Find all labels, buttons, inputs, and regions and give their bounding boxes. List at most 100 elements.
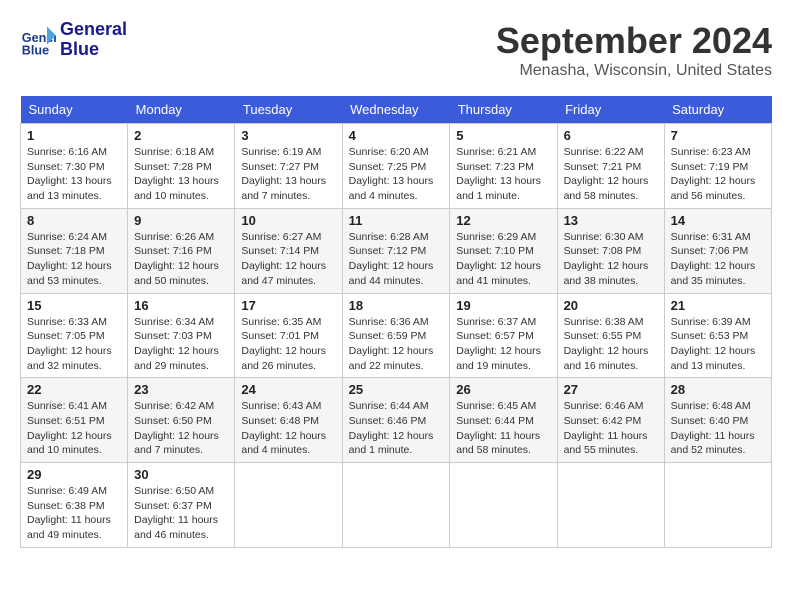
day-number: 30 (134, 467, 228, 482)
calendar-cell (450, 463, 557, 548)
calendar-week-row: 22 Sunrise: 6:41 AMSunset: 6:51 PMDayligh… (21, 378, 772, 463)
calendar-cell: 26Sunrise: 6:45 AMSunset: 6:44 PMDayligh… (450, 378, 557, 463)
logo-icon: General Blue (20, 22, 56, 58)
calendar-cell: 8 Sunrise: 6:24 AMSunset: 7:18 PMDaylight… (21, 208, 128, 293)
weekday-header-thursday: Thursday (450, 96, 557, 124)
svg-text:Blue: Blue (22, 43, 49, 57)
day-number: 2 (134, 128, 228, 143)
logo: General Blue General Blue (20, 20, 127, 60)
day-info: Sunrise: 6:33 AMSunset: 7:05 PMDaylight:… (27, 315, 121, 374)
day-info: Sunrise: 6:27 AMSunset: 7:14 PMDaylight:… (241, 230, 335, 289)
day-number: 5 (456, 128, 550, 143)
day-info: Sunrise: 6:35 AMSunset: 7:01 PMDaylight:… (241, 315, 335, 374)
calendar-cell: 9 Sunrise: 6:26 AMSunset: 7:16 PMDaylight… (128, 208, 235, 293)
calendar-week-row: 8 Sunrise: 6:24 AMSunset: 7:18 PMDaylight… (21, 208, 772, 293)
day-number: 13 (564, 213, 658, 228)
day-info: Sunrise: 6:19 AMSunset: 7:27 PMDaylight:… (241, 145, 335, 204)
day-info: Sunrise: 6:48 AMSunset: 6:40 PMDaylight:… (671, 399, 765, 458)
calendar-week-row: 1 Sunrise: 6:16 AMSunset: 7:30 PMDaylight… (21, 124, 772, 209)
day-info: Sunrise: 6:24 AMSunset: 7:18 PMDaylight:… (27, 230, 121, 289)
calendar-cell: 18 Sunrise: 6:36 AMSunset: 6:59 PMDayligh… (342, 293, 450, 378)
calendar-week-row: 15Sunrise: 6:33 AMSunset: 7:05 PMDayligh… (21, 293, 772, 378)
day-info: Sunrise: 6:30 AMSunset: 7:08 PMDaylight:… (564, 230, 658, 289)
day-number: 29 (27, 467, 121, 482)
calendar-cell: 6Sunrise: 6:22 AMSunset: 7:21 PMDaylight… (557, 124, 664, 209)
day-info: Sunrise: 6:29 AMSunset: 7:10 PMDaylight:… (456, 230, 550, 289)
day-number: 17 (241, 298, 335, 313)
day-number: 9 (134, 213, 228, 228)
day-number: 18 (349, 298, 444, 313)
calendar-cell (342, 463, 450, 548)
logo-line1: General (60, 20, 127, 40)
calendar-cell: 1 Sunrise: 6:16 AMSunset: 7:30 PMDaylight… (21, 124, 128, 209)
calendar-cell: 28Sunrise: 6:48 AMSunset: 6:40 PMDayligh… (664, 378, 771, 463)
calendar-cell: 11 Sunrise: 6:28 AMSunset: 7:12 PMDayligh… (342, 208, 450, 293)
day-info: Sunrise: 6:45 AMSunset: 6:44 PMDaylight:… (456, 399, 550, 458)
calendar-cell: 16Sunrise: 6:34 AMSunset: 7:03 PMDayligh… (128, 293, 235, 378)
day-number: 1 (27, 128, 121, 143)
calendar-cell: 21 Sunrise: 6:39 AMSunset: 6:53 PMDayligh… (664, 293, 771, 378)
day-info: Sunrise: 6:23 AMSunset: 7:19 PMDaylight:… (671, 145, 765, 204)
day-info: Sunrise: 6:20 AMSunset: 7:25 PMDaylight:… (349, 145, 444, 204)
day-number: 19 (456, 298, 550, 313)
calendar-cell: 29 Sunrise: 6:49 AMSunset: 6:38 PMDayligh… (21, 463, 128, 548)
day-info: Sunrise: 6:41 AMSunset: 6:51 PMDaylight:… (27, 399, 121, 458)
weekday-header-friday: Friday (557, 96, 664, 124)
calendar-table: SundayMondayTuesdayWednesdayThursdayFrid… (20, 96, 772, 548)
day-number: 14 (671, 213, 765, 228)
day-info: Sunrise: 6:43 AMSunset: 6:48 PMDaylight:… (241, 399, 335, 458)
weekday-header-saturday: Saturday (664, 96, 771, 124)
calendar-cell (557, 463, 664, 548)
calendar-cell (235, 463, 342, 548)
logo-line2: Blue (60, 40, 127, 60)
weekday-header-sunday: Sunday (21, 96, 128, 124)
day-number: 24 (241, 382, 335, 397)
day-info: Sunrise: 6:44 AMSunset: 6:46 PMDaylight:… (349, 399, 444, 458)
day-number: 27 (564, 382, 658, 397)
day-number: 4 (349, 128, 444, 143)
calendar-cell: 7 Sunrise: 6:23 AMSunset: 7:19 PMDaylight… (664, 124, 771, 209)
day-info: Sunrise: 6:46 AMSunset: 6:42 PMDaylight:… (564, 399, 658, 458)
calendar-cell: 22 Sunrise: 6:41 AMSunset: 6:51 PMDayligh… (21, 378, 128, 463)
day-info: Sunrise: 6:22 AMSunset: 7:21 PMDaylight:… (564, 145, 658, 204)
calendar-cell: 24 Sunrise: 6:43 AMSunset: 6:48 PMDayligh… (235, 378, 342, 463)
calendar-cell: 17 Sunrise: 6:35 AMSunset: 7:01 PMDayligh… (235, 293, 342, 378)
day-info: Sunrise: 6:21 AMSunset: 7:23 PMDaylight:… (456, 145, 550, 204)
day-info: Sunrise: 6:26 AMSunset: 7:16 PMDaylight:… (134, 230, 228, 289)
calendar-cell: 4 Sunrise: 6:20 AMSunset: 7:25 PMDaylight… (342, 124, 450, 209)
day-info: Sunrise: 6:36 AMSunset: 6:59 PMDaylight:… (349, 315, 444, 374)
title-block: September 2024 Menasha, Wisconsin, Unite… (496, 20, 772, 80)
calendar-cell: 27 Sunrise: 6:46 AMSunset: 6:42 PMDayligh… (557, 378, 664, 463)
weekday-header-row: SundayMondayTuesdayWednesdayThursdayFrid… (21, 96, 772, 124)
day-info: Sunrise: 6:49 AMSunset: 6:38 PMDaylight:… (27, 484, 121, 543)
day-number: 22 (27, 382, 121, 397)
calendar-cell: 15Sunrise: 6:33 AMSunset: 7:05 PMDayligh… (21, 293, 128, 378)
logo-text: General Blue (60, 20, 127, 60)
calendar-week-row: 29 Sunrise: 6:49 AMSunset: 6:38 PMDayligh… (21, 463, 772, 548)
calendar-cell: 23 Sunrise: 6:42 AMSunset: 6:50 PMDayligh… (128, 378, 235, 463)
calendar-cell (664, 463, 771, 548)
day-number: 7 (671, 128, 765, 143)
day-number: 25 (349, 382, 444, 397)
calendar-cell: 12Sunrise: 6:29 AMSunset: 7:10 PMDayligh… (450, 208, 557, 293)
calendar-cell: 10Sunrise: 6:27 AMSunset: 7:14 PMDayligh… (235, 208, 342, 293)
day-info: Sunrise: 6:42 AMSunset: 6:50 PMDaylight:… (134, 399, 228, 458)
calendar-cell: 30Sunrise: 6:50 AMSunset: 6:37 PMDayligh… (128, 463, 235, 548)
day-number: 21 (671, 298, 765, 313)
day-info: Sunrise: 6:16 AMSunset: 7:30 PMDaylight:… (27, 145, 121, 204)
calendar-cell: 5 Sunrise: 6:21 AMSunset: 7:23 PMDaylight… (450, 124, 557, 209)
day-info: Sunrise: 6:37 AMSunset: 6:57 PMDaylight:… (456, 315, 550, 374)
location: Menasha, Wisconsin, United States (496, 62, 772, 80)
day-number: 20 (564, 298, 658, 313)
day-number: 3 (241, 128, 335, 143)
day-number: 23 (134, 382, 228, 397)
calendar-cell: 13 Sunrise: 6:30 AMSunset: 7:08 PMDayligh… (557, 208, 664, 293)
day-info: Sunrise: 6:18 AMSunset: 7:28 PMDaylight:… (134, 145, 228, 204)
day-number: 11 (349, 213, 444, 228)
day-info: Sunrise: 6:38 AMSunset: 6:55 PMDaylight:… (564, 315, 658, 374)
day-info: Sunrise: 6:39 AMSunset: 6:53 PMDaylight:… (671, 315, 765, 374)
day-info: Sunrise: 6:28 AMSunset: 7:12 PMDaylight:… (349, 230, 444, 289)
calendar-cell: 2 Sunrise: 6:18 AMSunset: 7:28 PMDaylight… (128, 124, 235, 209)
day-number: 8 (27, 213, 121, 228)
month-title: September 2024 (496, 20, 772, 62)
